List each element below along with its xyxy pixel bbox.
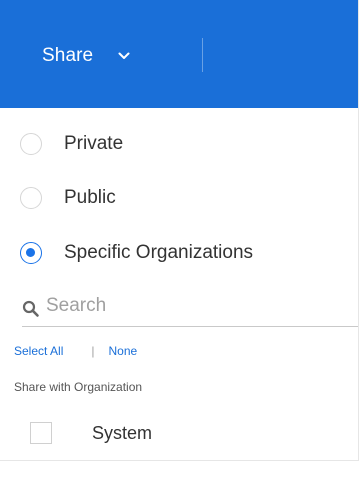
select-all-link[interactable]: Select All [14, 344, 63, 358]
radio-label-specific-organizations: Specific Organizations [64, 242, 254, 263]
search-icon [22, 300, 40, 318]
radio-option-private[interactable]: Private [20, 133, 123, 155]
share-button-label: Share [42, 45, 94, 66]
checkbox-system[interactable] [30, 422, 52, 444]
radio-public[interactable] [20, 187, 42, 209]
selection-links: Select All | None [14, 344, 137, 358]
search-box [22, 286, 358, 327]
share-panel: Share Private Public Specific Organizati… [0, 0, 359, 461]
share-with-organization-caption: Share with Organization [14, 380, 143, 394]
search-input[interactable] [46, 295, 326, 317]
chevron-down-icon [117, 49, 131, 63]
links-separator: | [91, 344, 95, 358]
select-none-link[interactable]: None [108, 344, 137, 358]
share-dropdown-button[interactable]: Share [42, 41, 131, 71]
radio-label-private: Private [64, 133, 124, 154]
header-divider [202, 38, 203, 72]
share-header-bar: Share [0, 0, 358, 108]
radio-specific-organizations[interactable] [20, 242, 42, 264]
organization-item-system[interactable]: System [30, 422, 152, 444]
organization-label-system: System [92, 422, 153, 443]
radio-option-specific-organizations[interactable]: Specific Organizations [20, 242, 253, 264]
radio-label-public: Public [64, 187, 116, 208]
radio-private[interactable] [20, 133, 42, 155]
radio-option-public[interactable]: Public [20, 187, 116, 209]
